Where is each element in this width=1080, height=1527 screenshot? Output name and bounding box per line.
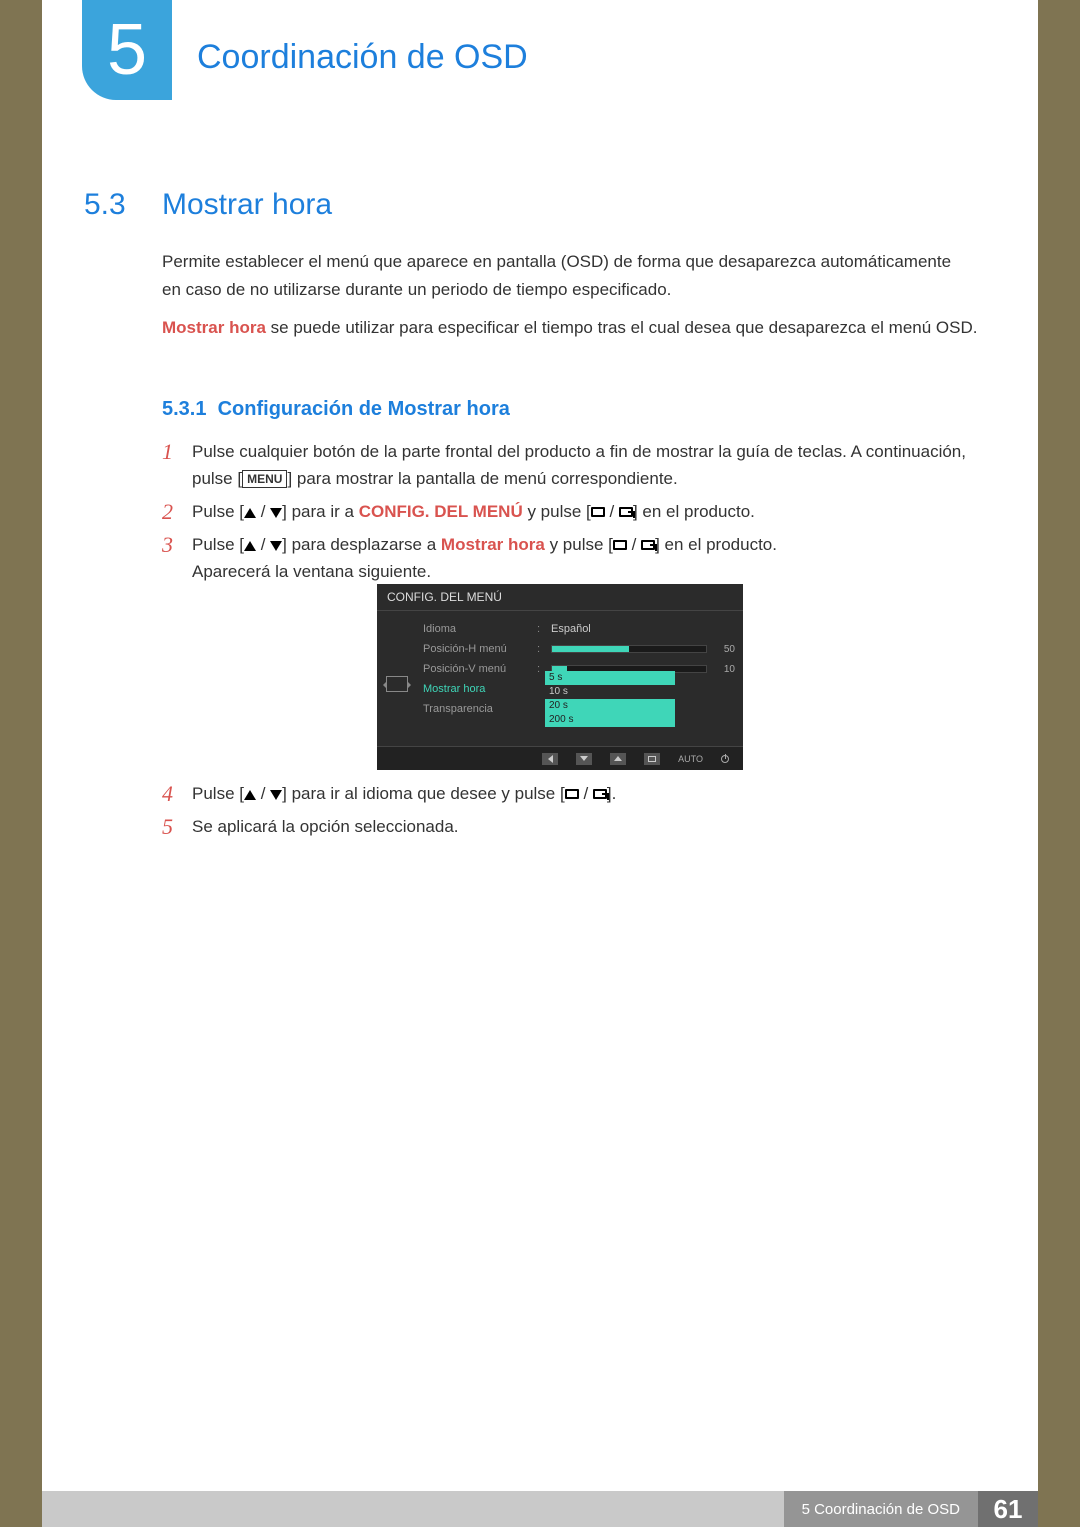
osd-idioma-value: Español	[551, 623, 591, 635]
step-body: Pulse [ / ] para ir al idioma que desee …	[192, 780, 980, 807]
up-arrow-icon	[244, 541, 256, 551]
menu-key-label: MENU	[242, 470, 287, 488]
osd-option-20s: 20 s	[545, 699, 675, 713]
select-icon	[591, 507, 605, 517]
steps-list-lower: 4 Pulse [ / ] para ir al idioma que dese…	[162, 780, 980, 846]
osd-footer: AUTO	[377, 746, 743, 770]
osd-row-posh: Posición-H menú	[423, 639, 537, 659]
down-arrow-icon	[270, 790, 282, 800]
intro-paragraph-1: Permite establecer el menú que aparece e…	[162, 248, 962, 304]
footer-page-number: 61	[978, 1491, 1038, 1527]
chapter-number: 5	[107, 9, 147, 91]
osd-option-200s: 200 s	[545, 713, 675, 727]
step3-highlight: Mostrar hora	[441, 535, 545, 554]
page-footer: 5 Coordinación de OSD 61	[42, 1491, 1038, 1527]
osd-up-icon	[610, 753, 626, 765]
down-arrow-icon	[270, 508, 282, 518]
osd-auto-label: AUTO	[678, 754, 703, 764]
osd-body: Idioma Posición-H menú Posición-V menú M…	[377, 611, 743, 719]
osd-row-mostrar: Mostrar hora	[423, 679, 537, 699]
osd-row-trans: Transparencia	[423, 699, 537, 719]
step-number: 1	[162, 438, 192, 492]
subsection-title: Configuración de Mostrar hora	[218, 398, 510, 420]
step-5: 5 Se aplicará la opción seleccionada.	[162, 813, 980, 840]
down-arrow-icon	[270, 541, 282, 551]
step-4: 4 Pulse [ / ] para ir al idioma que dese…	[162, 780, 980, 807]
step-number: 5	[162, 813, 192, 840]
footer-spacer	[42, 1491, 784, 1527]
select-icon	[565, 789, 579, 799]
osd-option-10s: 10 s	[545, 685, 675, 699]
document-page: 5 Coordinación de OSD 5.3 Mostrar hora P…	[42, 0, 1038, 1527]
step-body: Pulse cualquier botón de la parte fronta…	[192, 438, 980, 492]
osd-labels: Idioma Posición-H menú Posición-V menú M…	[417, 611, 537, 719]
step-body: Pulse [ / ] para desplazarse a Mostrar h…	[192, 531, 980, 585]
subsection-heading: 5.3.1 Configuración de Mostrar hora	[162, 398, 510, 421]
osd-power-icon	[721, 755, 729, 763]
osd-val-posh: : 50	[537, 639, 735, 659]
chapter-badge: 5	[82, 0, 172, 100]
enter-icon	[593, 789, 607, 799]
osd-option-5s: 5 s	[545, 671, 675, 685]
step2-highlight: CONFIG. DEL MENÚ	[359, 502, 523, 521]
subsection-number: 5.3.1	[162, 398, 206, 420]
step-body: Pulse [ / ] para ir a CONFIG. DEL MENÚ y…	[192, 498, 980, 525]
osd-dropdown: 5 s 10 s 20 s 200 s	[545, 671, 675, 727]
step-body: Se aplicará la opción seleccionada.	[192, 813, 980, 840]
up-arrow-icon	[244, 508, 256, 518]
intro-highlight: Mostrar hora	[162, 318, 266, 337]
enter-icon	[641, 540, 655, 550]
osd-preview-window: CONFIG. DEL MENÚ Idioma Posición-H menú …	[377, 584, 743, 770]
osd-row-posv: Posición-V menú	[423, 659, 537, 679]
osd-enter-icon	[644, 753, 660, 765]
osd-val-idioma: : Español	[537, 619, 735, 639]
osd-sidebar	[377, 611, 417, 719]
osd-position-icon	[386, 676, 408, 692]
section-title: Mostrar hora	[162, 188, 332, 222]
osd-row-idioma: Idioma	[423, 619, 537, 639]
chapter-title: Coordinación de OSD	[197, 38, 528, 77]
step-1: 1 Pulse cualquier botón de la parte fron…	[162, 438, 980, 492]
osd-back-icon	[542, 753, 558, 765]
footer-breadcrumb: 5 Coordinación de OSD	[784, 1491, 978, 1527]
step-number: 3	[162, 531, 192, 585]
step-number: 4	[162, 780, 192, 807]
step-2: 2 Pulse [ / ] para ir a CONFIG. DEL MENÚ…	[162, 498, 980, 525]
osd-down-icon	[576, 753, 592, 765]
intro-paragraph-2: Mostrar hora se puede utilizar para espe…	[162, 314, 978, 342]
steps-list-upper: 1 Pulse cualquier botón de la parte fron…	[162, 438, 980, 591]
osd-posv-value: 10	[713, 664, 735, 675]
step-number: 2	[162, 498, 192, 525]
intro-rest: se puede utilizar para especificar el ti…	[266, 318, 978, 337]
section-number: 5.3	[84, 188, 126, 222]
step-3: 3 Pulse [ / ] para desplazarse a Mostrar…	[162, 531, 980, 585]
osd-values: : Español : 50 : 10 5 s 10 s 20 s	[537, 611, 743, 719]
enter-icon	[619, 507, 633, 517]
osd-header: CONFIG. DEL MENÚ	[377, 584, 743, 611]
select-icon	[613, 540, 627, 550]
osd-posh-value: 50	[713, 644, 735, 655]
up-arrow-icon	[244, 790, 256, 800]
osd-slider-h	[551, 645, 707, 653]
